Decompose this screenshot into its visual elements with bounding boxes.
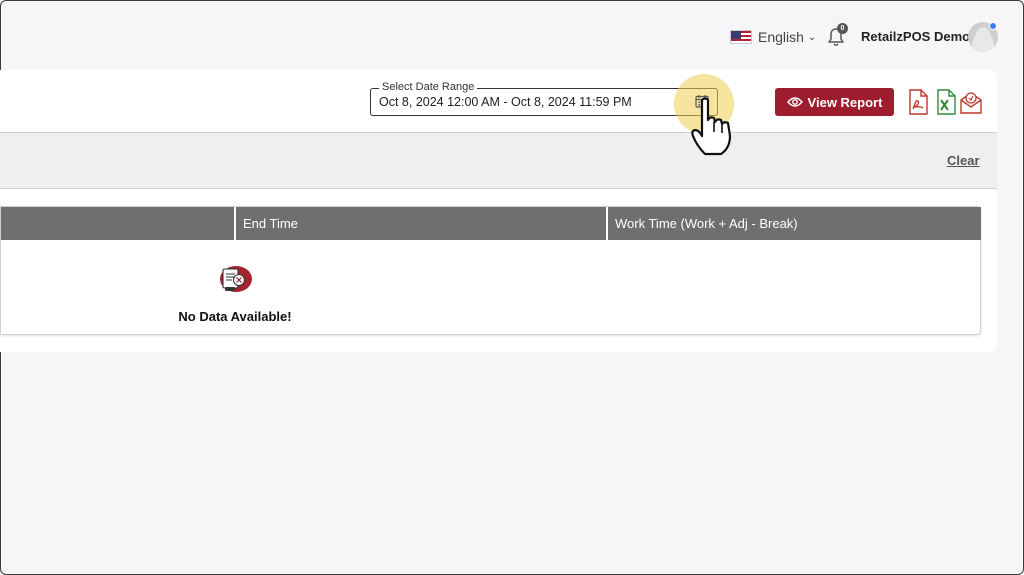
report-card: Select Date Range Oct 8, 2024 12:00 AM -…	[0, 70, 997, 352]
eye-icon	[786, 97, 803, 107]
view-report-button[interactable]: View Report	[775, 88, 894, 116]
calendar-icon	[695, 95, 709, 108]
empty-state-message: No Data Available!	[178, 309, 292, 324]
excel-export-icon[interactable]	[934, 89, 958, 115]
table-header: End Time Work Time (Work + Adj - Break)	[1, 207, 981, 240]
date-range-label: Select Date Range	[379, 80, 478, 94]
us-flag-icon	[730, 30, 752, 44]
column-header-end-time[interactable]: End Time	[236, 207, 298, 240]
no-data-icon	[220, 266, 252, 292]
chevron-down-icon: ⌄	[807, 31, 817, 43]
date-range-field[interactable]: Select Date Range Oct 8, 2024 12:00 AM -…	[370, 80, 718, 116]
date-range-value: Oct 8, 2024 12:00 AM - Oct 8, 2024 11:59…	[379, 95, 632, 109]
column-header-work-time[interactable]: Work Time (Work + Adj - Break)	[608, 207, 798, 240]
calendar-button[interactable]	[692, 91, 712, 111]
language-selector[interactable]: English ⌄	[730, 28, 816, 46]
pdf-export-icon[interactable]	[906, 89, 930, 115]
report-table: End Time Work Time (Work + Adj - Break) …	[0, 206, 981, 335]
user-name[interactable]: RetailzPOS Demo	[861, 29, 970, 44]
notification-badge: 0	[837, 23, 848, 34]
top-bar: English ⌄ 0 RetailzPOS Demo	[0, 0, 1024, 70]
view-report-label: View Report	[807, 94, 883, 110]
clear-filters-link[interactable]: Clear	[947, 153, 980, 168]
online-status-dot	[989, 22, 997, 30]
filter-bar: Clear	[0, 132, 997, 189]
language-label: English	[758, 29, 804, 45]
email-export-icon[interactable]	[959, 89, 983, 115]
